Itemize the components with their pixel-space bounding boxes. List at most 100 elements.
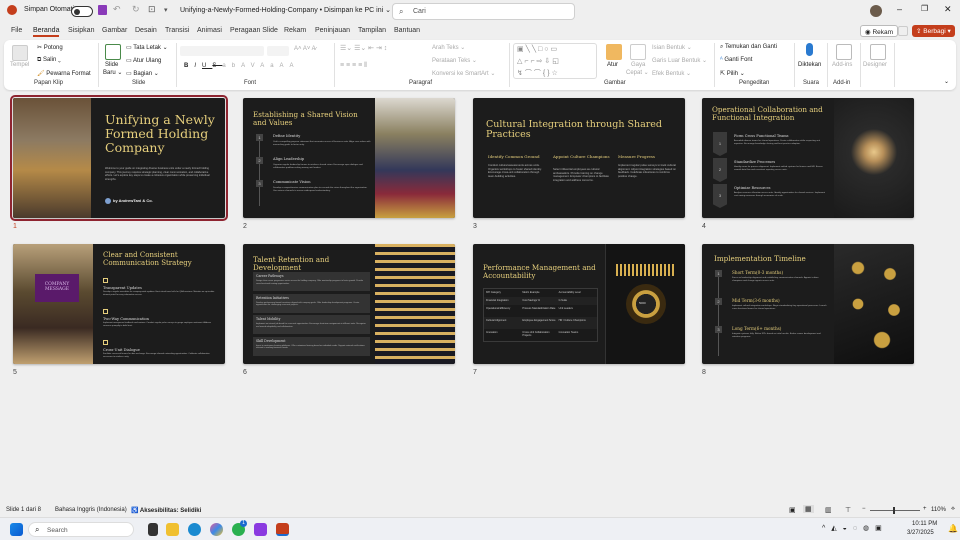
layout-button[interactable]: ▭ Tata Letak ⌄ — [126, 44, 168, 51]
shapes-gallery[interactable]: ▣╲╲□○▭ △⌐⌐⇨⇩◱ ↯⌒⌒{}☆ — [513, 43, 597, 79]
tab-peragaan-slide[interactable]: Peragaan Slide — [230, 27, 278, 34]
italic-button[interactable]: I — [194, 63, 202, 69]
new-slide-label-1[interactable]: Slide — [105, 62, 118, 68]
replace-font-button[interactable]: ᴬ Ganti Font — [720, 57, 752, 63]
arrange-button[interactable]: Atur — [607, 62, 618, 68]
tab-file[interactable]: File — [11, 27, 22, 34]
autosave-toggle[interactable] — [71, 6, 93, 17]
collapse-ribbon-icon[interactable]: ⌄ — [944, 78, 949, 85]
zoom-in-button[interactable]: + — [923, 506, 927, 512]
notification-icon[interactable]: 🔔 — [948, 524, 958, 533]
reading-view-icon[interactable]: ▥ — [825, 506, 832, 514]
align-text-button[interactable]: Perataan Teks ⌄ — [432, 57, 477, 64]
language-status[interactable]: Bahasa Inggris (Indonesia) — [55, 507, 127, 513]
comments-icon[interactable] — [898, 26, 908, 36]
taskbar-search[interactable]: ⌕ Search — [28, 522, 134, 537]
tab-desain[interactable]: Desain — [135, 27, 157, 34]
slide-thumbnail-4[interactable]: Operational Collaboration and Functional… — [702, 98, 914, 218]
align-buttons[interactable]: ≡ ≡ ≡ ≡ ⫴ — [340, 62, 367, 70]
system-tray-icons[interactable]: ^◭◒◌◍▣ — [822, 524, 888, 532]
zoom-slider[interactable] — [870, 510, 920, 511]
tab-peninjauan[interactable]: Peninjauan — [315, 27, 350, 34]
file-explorer-icon[interactable] — [166, 523, 179, 536]
slide-thumbnail-2[interactable]: Establishing a Shared Vision and Values … — [243, 98, 455, 218]
close-icon[interactable]: ✕ — [944, 4, 952, 15]
normal-view-icon[interactable]: ▣ — [789, 506, 796, 514]
avatar[interactable] — [870, 5, 882, 17]
font-color-button[interactable]: A — [290, 63, 300, 69]
font-family-select[interactable] — [180, 46, 264, 56]
clock-date[interactable]: 3/27/2025 — [907, 530, 934, 536]
paste-icon[interactable] — [12, 45, 28, 61]
tab-transisi[interactable]: Transisi — [165, 27, 189, 34]
shape-fill-button[interactable]: Isian Bentuk ⌄ — [652, 44, 692, 51]
tab-tampilan[interactable]: Tampilan — [358, 27, 386, 34]
find-replace-button[interactable]: ⌕ Temukan dan Ganti — [720, 44, 777, 51]
undo-icon[interactable]: ↶ — [113, 4, 121, 15]
copilot-icon[interactable] — [210, 523, 223, 536]
restore-icon[interactable]: ❐ — [921, 4, 928, 13]
smartart-button[interactable]: Konversi ke SmartArt ⌄ — [432, 70, 495, 77]
copy-button[interactable]: ⧉ Salin ⌄ — [37, 57, 61, 64]
tab-gambar[interactable]: Gambar — [102, 27, 127, 34]
share-button[interactable]: ⇪ Berbagi ▾ — [912, 25, 955, 37]
fit-to-window-icon[interactable]: ⟡ — [951, 506, 955, 513]
char-spacing-button[interactable]: ab — [222, 63, 241, 69]
new-slide-label-2[interactable]: Baru ⌄ — [103, 69, 122, 76]
shape-effects-button[interactable]: Efek Bentuk ⌄ — [652, 70, 691, 77]
new-slide-icon[interactable] — [105, 44, 121, 60]
tab-beranda[interactable]: Beranda — [33, 27, 60, 37]
slide-thumbnail-8[interactable]: Implementation Timeline 1 Short Term(0-3 … — [702, 244, 914, 364]
select-button[interactable]: ⇱ Pilih ⌄ — [720, 70, 745, 77]
save-icon[interactable] — [98, 5, 107, 15]
list-buttons[interactable]: ☰⌄ ☰⌄ ⇤ ⇥ ↕ — [340, 44, 387, 52]
kerning-button[interactable]: AV — [241, 63, 260, 69]
zoom-slider-thumb[interactable] — [893, 507, 895, 514]
slide-thumbnail-6[interactable]: Talent Retention and Development Career … — [243, 244, 455, 364]
quick-styles-icon[interactable] — [630, 44, 646, 60]
text-direction-button[interactable]: Arah Teks ⌄ — [432, 44, 465, 51]
slide-thumbnail-3[interactable]: Cultural Integration through Shared Prac… — [473, 98, 685, 218]
cut-button[interactable]: ✂ Potong — [37, 44, 63, 51]
edge-icon[interactable] — [188, 523, 201, 536]
addins-icon[interactable] — [836, 44, 852, 60]
slideshow-view-icon[interactable]: ⊤ — [845, 506, 851, 514]
task-view-icon[interactable] — [148, 523, 158, 536]
slide-thumbnail-5[interactable]: COMPANY MESSAGE Clear and Consistent Com… — [13, 244, 225, 364]
font-format-buttons[interactable]: BIUSabAVAaAA — [184, 63, 300, 69]
bold-button[interactable]: B — [184, 63, 194, 69]
designer-icon[interactable] — [870, 44, 886, 60]
reset-button[interactable]: ▭ Atur Ulang — [126, 57, 161, 64]
underline-button[interactable]: U — [202, 63, 212, 69]
addins-button[interactable]: Add-ins — [832, 62, 852, 68]
dictate-button[interactable]: Diktekan — [798, 62, 821, 68]
strikethrough-button[interactable]: S — [212, 63, 222, 69]
format-painter-button[interactable]: 🖌 Pewarna Format — [37, 70, 91, 77]
highlight-button[interactable]: A — [280, 63, 290, 69]
microphone-icon[interactable] — [806, 43, 813, 56]
tab-sisipkan[interactable]: Sisipkan — [68, 27, 94, 34]
clock-time[interactable]: 10:11 PM — [912, 521, 937, 527]
arrange-icon[interactable] — [606, 44, 622, 60]
present-icon[interactable]: ⊡ — [148, 4, 156, 15]
redo-icon[interactable]: ↻ — [132, 4, 140, 15]
tab-animasi[interactable]: Animasi — [197, 27, 222, 34]
record-button[interactable]: ◉ Rekam — [860, 25, 899, 37]
section-button[interactable]: ▭ Bagian ⌄ — [126, 70, 159, 77]
document-title[interactable]: Unifying-a-Newly-Formed-Holding-Company … — [180, 6, 391, 14]
search-box[interactable]: ⌕ Cari — [392, 3, 575, 20]
font-grow-shrink-icons[interactable]: A˄ A˅ A̷ — [294, 46, 316, 52]
font-size-select[interactable] — [267, 46, 289, 56]
slide-thumbnail-7[interactable]: Performance Management and Accountabilit… — [473, 244, 685, 364]
app-icon[interactable] — [254, 523, 267, 536]
windows-start-icon[interactable] — [10, 523, 23, 536]
zoom-level[interactable]: 110% — [931, 507, 946, 513]
accessibility-status[interactable]: ♿ Aksesibilitas: Selidiki — [131, 507, 201, 514]
paste-button[interactable]: Tempel — [10, 62, 29, 68]
zoom-out-button[interactable]: − — [862, 506, 866, 512]
minimize-icon[interactable]: – — [897, 4, 902, 14]
tab-rekam[interactable]: Rekam — [284, 27, 306, 34]
quick-styles-label-2[interactable]: Cepat ⌄ — [626, 69, 649, 76]
designer-button[interactable]: Designer — [863, 62, 887, 68]
slide-sorter-view-icon[interactable]: ▦ — [803, 505, 814, 513]
